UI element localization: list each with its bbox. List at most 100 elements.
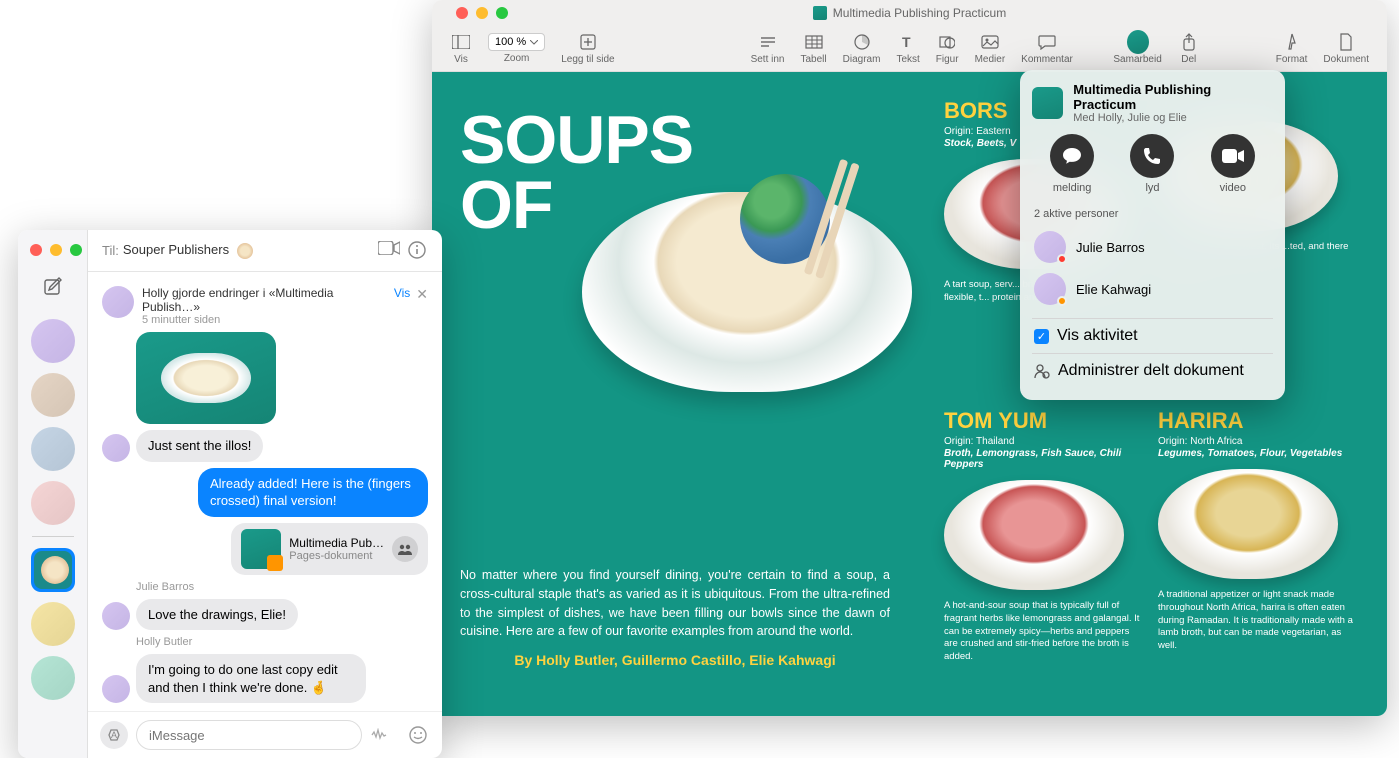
text-icon: T [897,32,919,52]
format-icon [1281,32,1303,52]
separator [32,536,74,537]
collaboration-popover: Multimedia Publishing Practicum Med Holl… [1020,70,1285,400]
close-window-button[interactable] [30,244,42,256]
message-bubble[interactable]: Already added! Here is the (fingers cros… [198,468,428,517]
message-action[interactable]: melding [1050,134,1094,194]
svg-text:T: T [902,34,911,50]
message-bubble[interactable]: I'm going to do one last copy edit and t… [136,654,366,703]
insert-label: Sett inn [751,54,785,65]
popover-actions: melding lyd video [1032,134,1273,194]
message-bubble[interactable]: Just sent the illos! [136,430,263,462]
video-action[interactable]: video [1211,134,1255,194]
pin-subtitle: 5 minutter siden [142,314,388,326]
message-thread[interactable]: Holly gjorde endringer i «Multimedia Pub… [88,272,442,711]
conversation-avatar[interactable] [31,427,75,471]
audio-action[interactable]: lyd [1130,134,1174,194]
add-page-button[interactable]: Legg til side [553,32,622,65]
facetime-button[interactable] [378,241,398,261]
share-label: Del [1181,54,1196,65]
share-icon [1178,32,1200,52]
conversation-avatar[interactable] [31,656,75,700]
soup-card-harira: HARIRA Origin: North Africa Legumes, Tom… [1158,408,1358,653]
view-button[interactable]: Vis [442,32,480,65]
document-attachment[interactable]: Multimedia Pub… Pages-dokument [231,523,428,575]
message-icon [1050,134,1094,178]
message-bubble[interactable]: Love the drawings, Elie! [136,599,298,631]
emoji-button[interactable] [406,723,430,747]
conversation-avatar[interactable] [31,373,75,417]
message-row: I'm going to do one last copy edit and t… [102,654,428,703]
window-title: Multimedia Publishing Practicum [833,6,1006,20]
comment-label: Kommentar [1021,54,1073,65]
text-button[interactable]: T Tekst [888,32,927,65]
traffic-lights[interactable] [30,238,82,268]
table-icon [803,32,825,52]
table-button[interactable]: Tabell [793,32,835,65]
conversation-avatar-selected[interactable] [31,548,75,592]
doc-thumb-icon [241,529,281,569]
chart-icon [851,32,873,52]
collab-label: Samarbeid [1113,54,1161,65]
info-button[interactable] [408,241,428,261]
dictate-icon[interactable] [370,728,388,742]
avatar [1034,273,1066,305]
messages-main: Til: Souper Publishers Holly gjorde endr… [88,230,442,758]
conversation-avatar[interactable] [31,481,75,525]
chevron-down-icon [530,40,538,45]
pages-titlebar[interactable]: Multimedia Publishing Practicum [432,0,1387,26]
collaborate-button[interactable]: Samarbeid [1105,32,1169,65]
zoom-control[interactable]: 100 % Zoom [480,33,553,64]
shape-button[interactable]: Figur [928,32,967,65]
minimize-window-button[interactable] [476,7,488,19]
image-attachment[interactable] [136,332,276,424]
minimize-window-button[interactable] [50,244,62,256]
soup-illustration [1158,469,1338,579]
soup-name: TOM YUM [944,408,1144,434]
message-row: Multimedia Pub… Pages-dokument [102,523,428,575]
compose-button[interactable] [39,272,67,300]
zoom-window-button[interactable] [70,244,82,256]
zoom-value[interactable]: 100 % [488,33,545,51]
show-activity-row[interactable]: ✓ Vis aktivitet [1032,318,1273,353]
checkbox-checked-icon[interactable]: ✓ [1034,329,1049,344]
avatar [1034,231,1066,263]
document-button[interactable]: Dokument [1315,32,1377,65]
popover-header: Multimedia Publishing Practicum Med Holl… [1032,82,1273,124]
close-window-button[interactable] [456,7,468,19]
comment-button[interactable]: Kommentar [1013,32,1081,65]
zoom-window-button[interactable] [496,7,508,19]
format-button[interactable]: Format [1268,32,1316,65]
person-row[interactable]: Elie Kahwagi [1032,268,1273,310]
soup-illustration [944,480,1124,590]
person-row[interactable]: Julie Barros [1032,226,1273,268]
show-activity-label: Vis aktivitet [1057,327,1138,345]
shape-icon [936,32,958,52]
soup-emoji-icon [237,243,253,259]
video-label: video [1220,182,1246,194]
comment-icon [1036,32,1058,52]
close-icon[interactable]: ✕ [416,286,428,303]
message-input[interactable] [136,720,362,750]
avatar [102,286,134,318]
pinned-banner: Holly gjorde endringer i «Multimedia Pub… [102,280,428,332]
traffic-lights[interactable] [456,7,508,19]
message-row: Just sent the illos! [102,430,428,462]
manage-shared-label: Administrer delt dokument [1058,362,1244,380]
conversation-avatar[interactable] [31,602,75,646]
status-dot-icon [1057,296,1067,306]
show-link[interactable]: Vis [394,286,410,300]
sender-name: Julie Barros [136,581,428,593]
hero-illustration [582,192,912,392]
avatar [102,602,130,630]
chart-button[interactable]: Diagram [835,32,889,65]
table-label: Tabell [801,54,827,65]
apps-button[interactable]: A [100,721,128,749]
manage-shared-row[interactable]: Administrer delt dokument [1032,353,1273,388]
share-button[interactable]: Del [1170,32,1208,65]
media-button[interactable]: Medier [967,32,1014,65]
document-panel-icon [1335,32,1357,52]
doc-name: Multimedia Pub… [289,536,384,550]
soup-card-tomyum: TOM YUM Origin: Thailand Broth, Lemongra… [944,408,1144,664]
insert-button[interactable]: Sett inn [743,32,793,65]
conversation-avatar[interactable] [31,319,75,363]
